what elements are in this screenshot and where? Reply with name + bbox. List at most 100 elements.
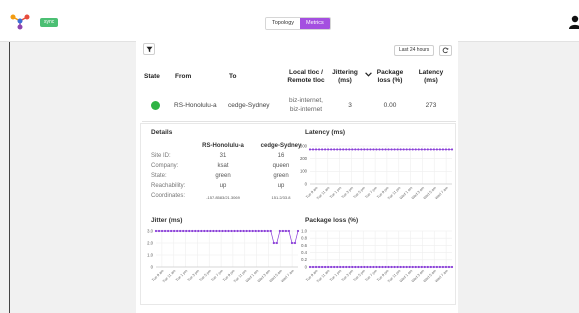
loss-point	[444, 265, 448, 269]
chevron-down-icon[interactable]	[365, 72, 372, 77]
latency-point	[420, 148, 423, 151]
loss-point	[360, 265, 363, 269]
loss-x-tick-label: Wed 7 am	[434, 269, 448, 283]
jitter-point	[173, 229, 176, 233]
latency-point	[345, 148, 348, 151]
loss-point	[384, 265, 387, 269]
latency-point	[354, 148, 357, 151]
jitter-chart-title: Jitter (ms)	[151, 217, 183, 224]
jitter-point	[275, 241, 278, 245]
latency-point	[438, 148, 442, 151]
user-icon[interactable]	[569, 15, 579, 29]
col-jitter-header[interactable]: Jittering (ms)	[325, 69, 365, 84]
latency-point	[381, 148, 384, 151]
jitter-y-tick-label: 2.0	[147, 240, 153, 245]
latency-point	[411, 148, 414, 151]
latency-point	[378, 148, 381, 151]
latency-point	[444, 148, 448, 151]
col-jitter-header-line1: Jittering	[332, 69, 358, 76]
loss-y-tick-label: 0.6	[301, 243, 307, 248]
loss-point	[311, 265, 315, 269]
latency-point	[426, 148, 429, 151]
jitter-point	[251, 229, 254, 233]
detail-label-state: State:	[151, 173, 167, 179]
loss-point	[426, 265, 429, 269]
jitter-point	[197, 229, 200, 233]
view-toggle: Topology Metrics	[265, 17, 331, 30]
sync-status-badge: sync	[40, 18, 59, 27]
col-jitter-header-line2: (ms)	[338, 76, 352, 84]
loss-point	[339, 265, 342, 269]
loss-point	[387, 265, 390, 269]
latency-y-tick-label: 100	[300, 169, 308, 174]
loss-point	[417, 265, 420, 269]
latency-point	[357, 148, 360, 151]
detail-reachability-1: up	[219, 183, 227, 189]
latency-point	[324, 148, 327, 151]
row-jitter: 3	[348, 102, 352, 109]
latency-point	[336, 148, 339, 151]
tab-topology[interactable]: Topology	[266, 18, 301, 29]
loss-point	[381, 265, 384, 269]
latency-point	[351, 148, 354, 151]
jitter-point	[194, 229, 197, 233]
latency-point	[327, 148, 330, 151]
loss-point	[435, 265, 438, 269]
latency-point	[333, 148, 336, 151]
filter-icon	[146, 46, 152, 52]
refresh-icon	[442, 47, 449, 54]
latency-point	[348, 148, 351, 151]
latency-point	[330, 148, 333, 151]
loss-point	[345, 265, 348, 269]
jitter-point	[182, 229, 185, 233]
col-latency-header-line1: Latency	[418, 69, 444, 76]
network-logo-icon[interactable]	[9, 12, 31, 30]
filter-button[interactable]	[143, 43, 155, 55]
loss-point	[402, 265, 405, 269]
loss-point	[314, 265, 318, 269]
latency-point	[366, 148, 369, 151]
jitter-point	[206, 229, 209, 233]
loss-point	[308, 265, 312, 269]
jitter-point	[191, 229, 194, 233]
loss-point	[432, 265, 435, 269]
latency-chart-title: Latency (ms)	[305, 129, 346, 136]
row-loss: 0.00	[383, 102, 397, 109]
row-local-tloc: biz-internet,	[289, 97, 323, 104]
loss-point	[411, 265, 414, 269]
loss-chart: Tue 9 amTue 11 amTue 1 pmTue 3 pmTue 5 p…	[301, 228, 454, 284]
loss-point	[363, 265, 366, 269]
jitter-point	[170, 229, 173, 233]
jitter-y-tick-label: 3.0	[147, 228, 153, 233]
jitter-chart: Tue 9 amTue 11 amTue 1 pmTue 3 pmTue 5 p…	[147, 228, 300, 284]
refresh-button[interactable]	[439, 45, 452, 56]
tab-metrics[interactable]: Metrics	[300, 18, 330, 29]
loss-point	[327, 265, 330, 269]
col-latency-header-line2: (ms)	[424, 76, 438, 84]
col-loss-header-line1: Package	[376, 69, 404, 76]
latency-point	[387, 148, 390, 151]
latency-point	[432, 148, 435, 151]
jitter-point	[157, 229, 161, 233]
jitter-point	[215, 229, 218, 233]
col-state-header: State	[144, 73, 160, 80]
jitter-point	[236, 229, 239, 233]
loss-point	[438, 265, 442, 269]
jitter-y-tick-label: 1.0	[147, 252, 153, 257]
details-title: Details	[151, 129, 173, 136]
latency-point	[339, 148, 342, 151]
loss-point	[348, 265, 351, 269]
latency-x-tick-label: Wed 7 am	[434, 186, 448, 200]
loss-point	[366, 265, 369, 269]
time-range-button[interactable]: Last 24 hours	[394, 45, 435, 56]
loss-point	[396, 265, 399, 269]
latency-point	[396, 148, 399, 151]
jitter-point	[248, 229, 251, 233]
latency-point	[429, 148, 432, 151]
loss-y-tick-label: 0.8	[301, 236, 307, 241]
jitter-point	[185, 229, 188, 233]
loss-point	[342, 265, 345, 269]
loss-point	[378, 265, 381, 269]
jitter-point	[200, 229, 203, 233]
latency-point	[342, 148, 345, 151]
